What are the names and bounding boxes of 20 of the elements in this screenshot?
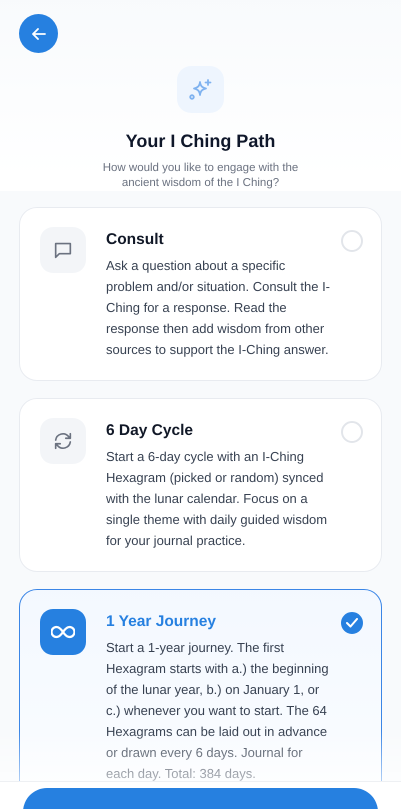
option-description: Ask a question about a specific problem and/or situation. Consult the I-Ching for a response. Read the response then add wisdom from other sources to support the I-Ching answer.	[106, 257, 332, 359]
back-arrow-icon	[32, 28, 46, 40]
back-button[interactable]	[19, 14, 58, 53]
option-description: Start a 6-day cycle with an I-Ching Hexagram (picked or random) synced with the lunar calendar. Focus on a single theme with daily guided wisdom for your journal practice.	[106, 448, 328, 550]
checked-radio[interactable]	[341, 612, 363, 634]
radio-button[interactable]	[341, 421, 363, 443]
option-description: Start a 1-year journey. The first Hexagram starts with a.) the beginning of the lunar year, b.) on January 1, or c.) whenever you want to start. The 64 Hexagrams can be laid out in advance or drawn every 6 days. Journal for each day. Total: 384 days.	[106, 639, 330, 781]
page-title: Your I Ching Path	[126, 131, 276, 152]
option-card[interactable]: 6 Day Cycle Start a 6-day cycle with an I-Ching Hexagram (picked or random) synced with the lunar calendar. Focus on a single theme with daily guided wisdom for your journal practice.	[19, 398, 382, 572]
check-icon	[346, 618, 358, 628]
page-subtitle: How would you like to engage with the ancient wisdom of the I Ching?	[102, 161, 300, 190]
option-card[interactable]: Consult Ask a question about a specific problem and/or situation. Consult the I-Ching for a response. Read the response then add wisdom from other sources to support the I-Ching answer.	[19, 207, 382, 381]
option-title: 1 Year Journey	[106, 613, 218, 631]
option-card[interactable]	[19, 589, 382, 781]
refresh-icon	[52, 430, 74, 452]
sparkle-icon	[188, 78, 212, 100]
radio-button[interactable]	[341, 230, 363, 252]
infinity-icon	[51, 625, 75, 639]
option-title: 6 Day Cycle	[106, 422, 194, 440]
option-title: Consult	[106, 231, 165, 249]
